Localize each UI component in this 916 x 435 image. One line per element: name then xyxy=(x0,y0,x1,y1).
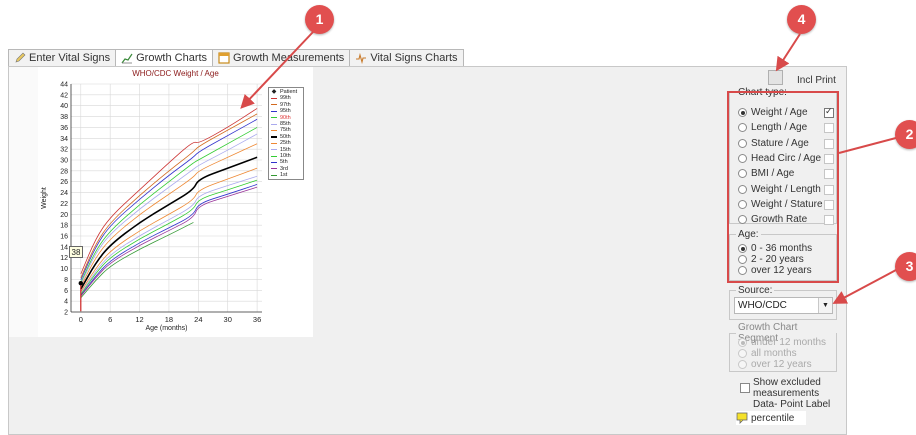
tab-label: Growth Measurements xyxy=(233,52,345,64)
y-tick-label: 36 xyxy=(60,125,68,132)
y-tick-label: 12 xyxy=(60,255,68,262)
y-tick-label: 38 xyxy=(60,114,68,121)
marker-2: 2 xyxy=(895,120,916,149)
radio-label: all months xyxy=(751,348,797,359)
y-tick-label: 34 xyxy=(60,136,68,143)
y-tick-label: 4 xyxy=(64,299,68,306)
y-tick-label: 42 xyxy=(60,92,68,99)
tab-label: Vital Signs Charts xyxy=(370,52,458,64)
x-tick-label: 6 xyxy=(108,315,112,324)
y-tick-label: 8 xyxy=(64,277,68,284)
marker-4: 4 xyxy=(787,5,816,34)
legend-swatch xyxy=(271,174,277,176)
y-tick-label: 40 xyxy=(60,103,68,110)
y-tick-label: 24 xyxy=(60,190,68,197)
incl-print-label: Incl Print xyxy=(797,75,836,86)
y-tick-label: 2 xyxy=(64,310,68,317)
data-point-label-field[interactable]: percentile xyxy=(736,411,806,425)
table-icon xyxy=(218,52,230,64)
annotation-box-chart-options xyxy=(727,91,839,283)
data-point-label-value: percentile xyxy=(751,412,795,424)
radio-button[interactable] xyxy=(738,349,747,358)
arrow-4 xyxy=(775,33,801,72)
chart-legend: ◆ Patient 99th 97th 95th 90th 85th 75th 50th 25th… xyxy=(268,87,304,181)
tab-growth-charts[interactable]: Growth Charts xyxy=(115,49,214,66)
tab-bar: Enter Vital Signs Growth Charts Growth M… xyxy=(8,49,464,66)
tab-label: Enter Vital Signs xyxy=(29,52,111,64)
legend-swatch xyxy=(271,98,277,100)
legend-swatch xyxy=(271,130,277,132)
x-tick-label: 36 xyxy=(253,315,261,324)
legend-swatch xyxy=(271,135,277,138)
radio-label: over 12 years xyxy=(751,359,812,370)
arrow-2 xyxy=(838,137,897,154)
y-tick-label: 32 xyxy=(60,147,68,154)
x-tick-label: 30 xyxy=(224,315,232,324)
segment-options: under 12 months all months over 12 years xyxy=(729,322,837,372)
legend-item: 1st xyxy=(271,172,301,178)
y-tick-label: 18 xyxy=(60,223,68,230)
data-point-label-title: Data- Point Label xyxy=(753,399,831,410)
patient-point xyxy=(78,281,83,286)
y-tick-label: 14 xyxy=(60,244,68,251)
y-tick-label: 22 xyxy=(60,201,68,208)
show-excluded-label: Show excluded measurements xyxy=(753,377,821,399)
show-excluded-line: Show excluded xyxy=(753,377,821,388)
legend-swatch xyxy=(271,155,277,157)
tab-vital-signs-charts[interactable]: Vital Signs Charts xyxy=(349,49,464,66)
legend-swatch xyxy=(271,149,277,151)
chevron-down-icon[interactable]: ▼ xyxy=(818,298,832,313)
x-axis-label: Age (months) xyxy=(145,325,187,332)
source-title: Source: xyxy=(738,285,773,296)
x-tick-label: 24 xyxy=(194,315,202,324)
source-dropdown[interactable]: WHO/CDC ▼ xyxy=(734,297,833,314)
y-axis-label: Weight xyxy=(41,187,48,209)
radio-button[interactable] xyxy=(738,360,747,369)
x-tick-label: 0 xyxy=(79,315,83,324)
legend-label: 1st xyxy=(280,172,288,179)
legend-swatch xyxy=(271,168,277,170)
y-tick-label: 44 xyxy=(60,82,68,89)
patient-marker-icon: ◆ xyxy=(271,89,277,95)
y-tick-label: 20 xyxy=(60,212,68,219)
radio-option[interactable]: all months xyxy=(738,348,797,359)
legend-swatch xyxy=(271,142,277,144)
y-tick-label: 6 xyxy=(64,288,68,295)
growth-chart-icon xyxy=(121,53,133,64)
data-point-tooltip: 38 xyxy=(69,246,83,258)
x-tick-label: 12 xyxy=(135,315,143,324)
vitals-chart-icon xyxy=(356,52,367,64)
left-strip xyxy=(9,67,39,337)
source-value: WHO/CDC xyxy=(738,300,787,311)
radio-button[interactable] xyxy=(738,338,747,347)
pencil-icon xyxy=(15,52,26,63)
speech-bubble-icon xyxy=(736,412,748,424)
y-tick-label: 10 xyxy=(60,266,68,273)
y-tick-label: 16 xyxy=(60,234,68,241)
y-tick-label: 30 xyxy=(60,158,68,165)
x-tick-label: 18 xyxy=(165,315,173,324)
legend-swatch xyxy=(271,110,277,112)
radio-option[interactable]: under 12 months xyxy=(738,337,826,348)
legend-swatch xyxy=(271,117,277,119)
y-tick-label: 28 xyxy=(60,168,68,175)
y-tick-label: 26 xyxy=(60,179,68,186)
radio-label: under 12 months xyxy=(751,337,827,348)
incl-print-checkbox[interactable] xyxy=(768,70,783,85)
show-excluded-checkbox[interactable] xyxy=(740,383,750,393)
radio-option[interactable]: over 12 years xyxy=(738,359,812,370)
legend-swatch xyxy=(271,123,277,125)
tab-growth-measurements[interactable]: Growth Measurements xyxy=(212,49,351,66)
marker-3: 3 xyxy=(895,252,916,281)
show-excluded-line: measurements xyxy=(753,388,820,399)
tab-label: Growth Charts xyxy=(136,52,208,64)
marker-1: 1 xyxy=(305,5,334,34)
legend-swatch xyxy=(271,104,277,106)
tab-enter-vital-signs[interactable]: Enter Vital Signs xyxy=(8,49,117,66)
legend-swatch xyxy=(271,161,277,163)
